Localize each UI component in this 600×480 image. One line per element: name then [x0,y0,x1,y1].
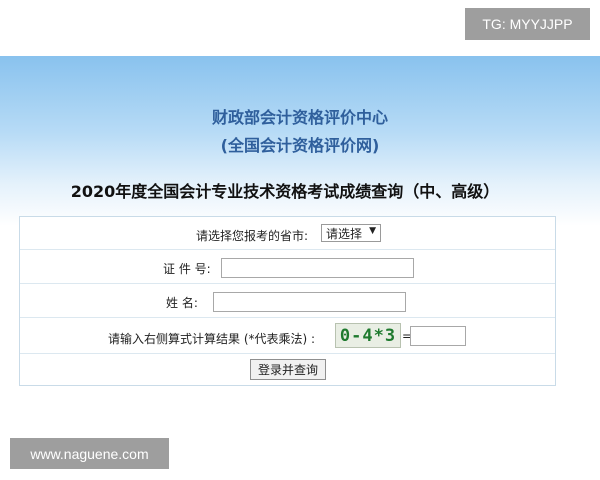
id-number-input[interactable] [221,258,414,278]
province-row: 请选择您报考的省市: 请选择 ▼ [20,217,555,250]
login-query-button[interactable]: 登录并查询 [250,359,326,380]
org-title: 财政部会计资格评价中心 [211,108,388,127]
query-form: 请选择您报考的省市: 请选择 ▼ 证 件 号: 姓 名: 请输入右侧算式计算结果… [19,216,556,386]
province-label: 请选择您报考的省市: [196,229,309,243]
captcha-image[interactable]: 0-4*3 [335,323,401,348]
watermark-telegram: TG: MYYJJPP [465,8,590,40]
province-select[interactable]: 请选择 ▼ [321,224,381,242]
submit-row: 登录并查询 [20,354,555,386]
watermark-website: www.naguene.com [10,438,169,469]
captcha-answer-input[interactable] [410,326,466,346]
id-label: 证 件 号: [163,262,211,276]
name-row: 姓 名: [20,284,555,318]
id-row: 证 件 号: [20,250,555,284]
province-select-value: 请选择 [326,226,363,241]
org-subtitle: (全国会计资格评价网) [220,136,380,155]
dropdown-arrow-icon: ▼ [369,226,376,236]
name-input[interactable] [213,292,406,312]
name-label: 姓 名: [166,296,198,310]
captcha-row: 请输入右侧算式计算结果 (*代表乘法) : 0-4*3 = [20,318,555,354]
captcha-label: 请输入右侧算式计算结果 (*代表乘法) : [108,332,316,346]
page-title: 2020年度全国会计专业技术资格考试成绩查询（中、高级） [70,182,500,201]
